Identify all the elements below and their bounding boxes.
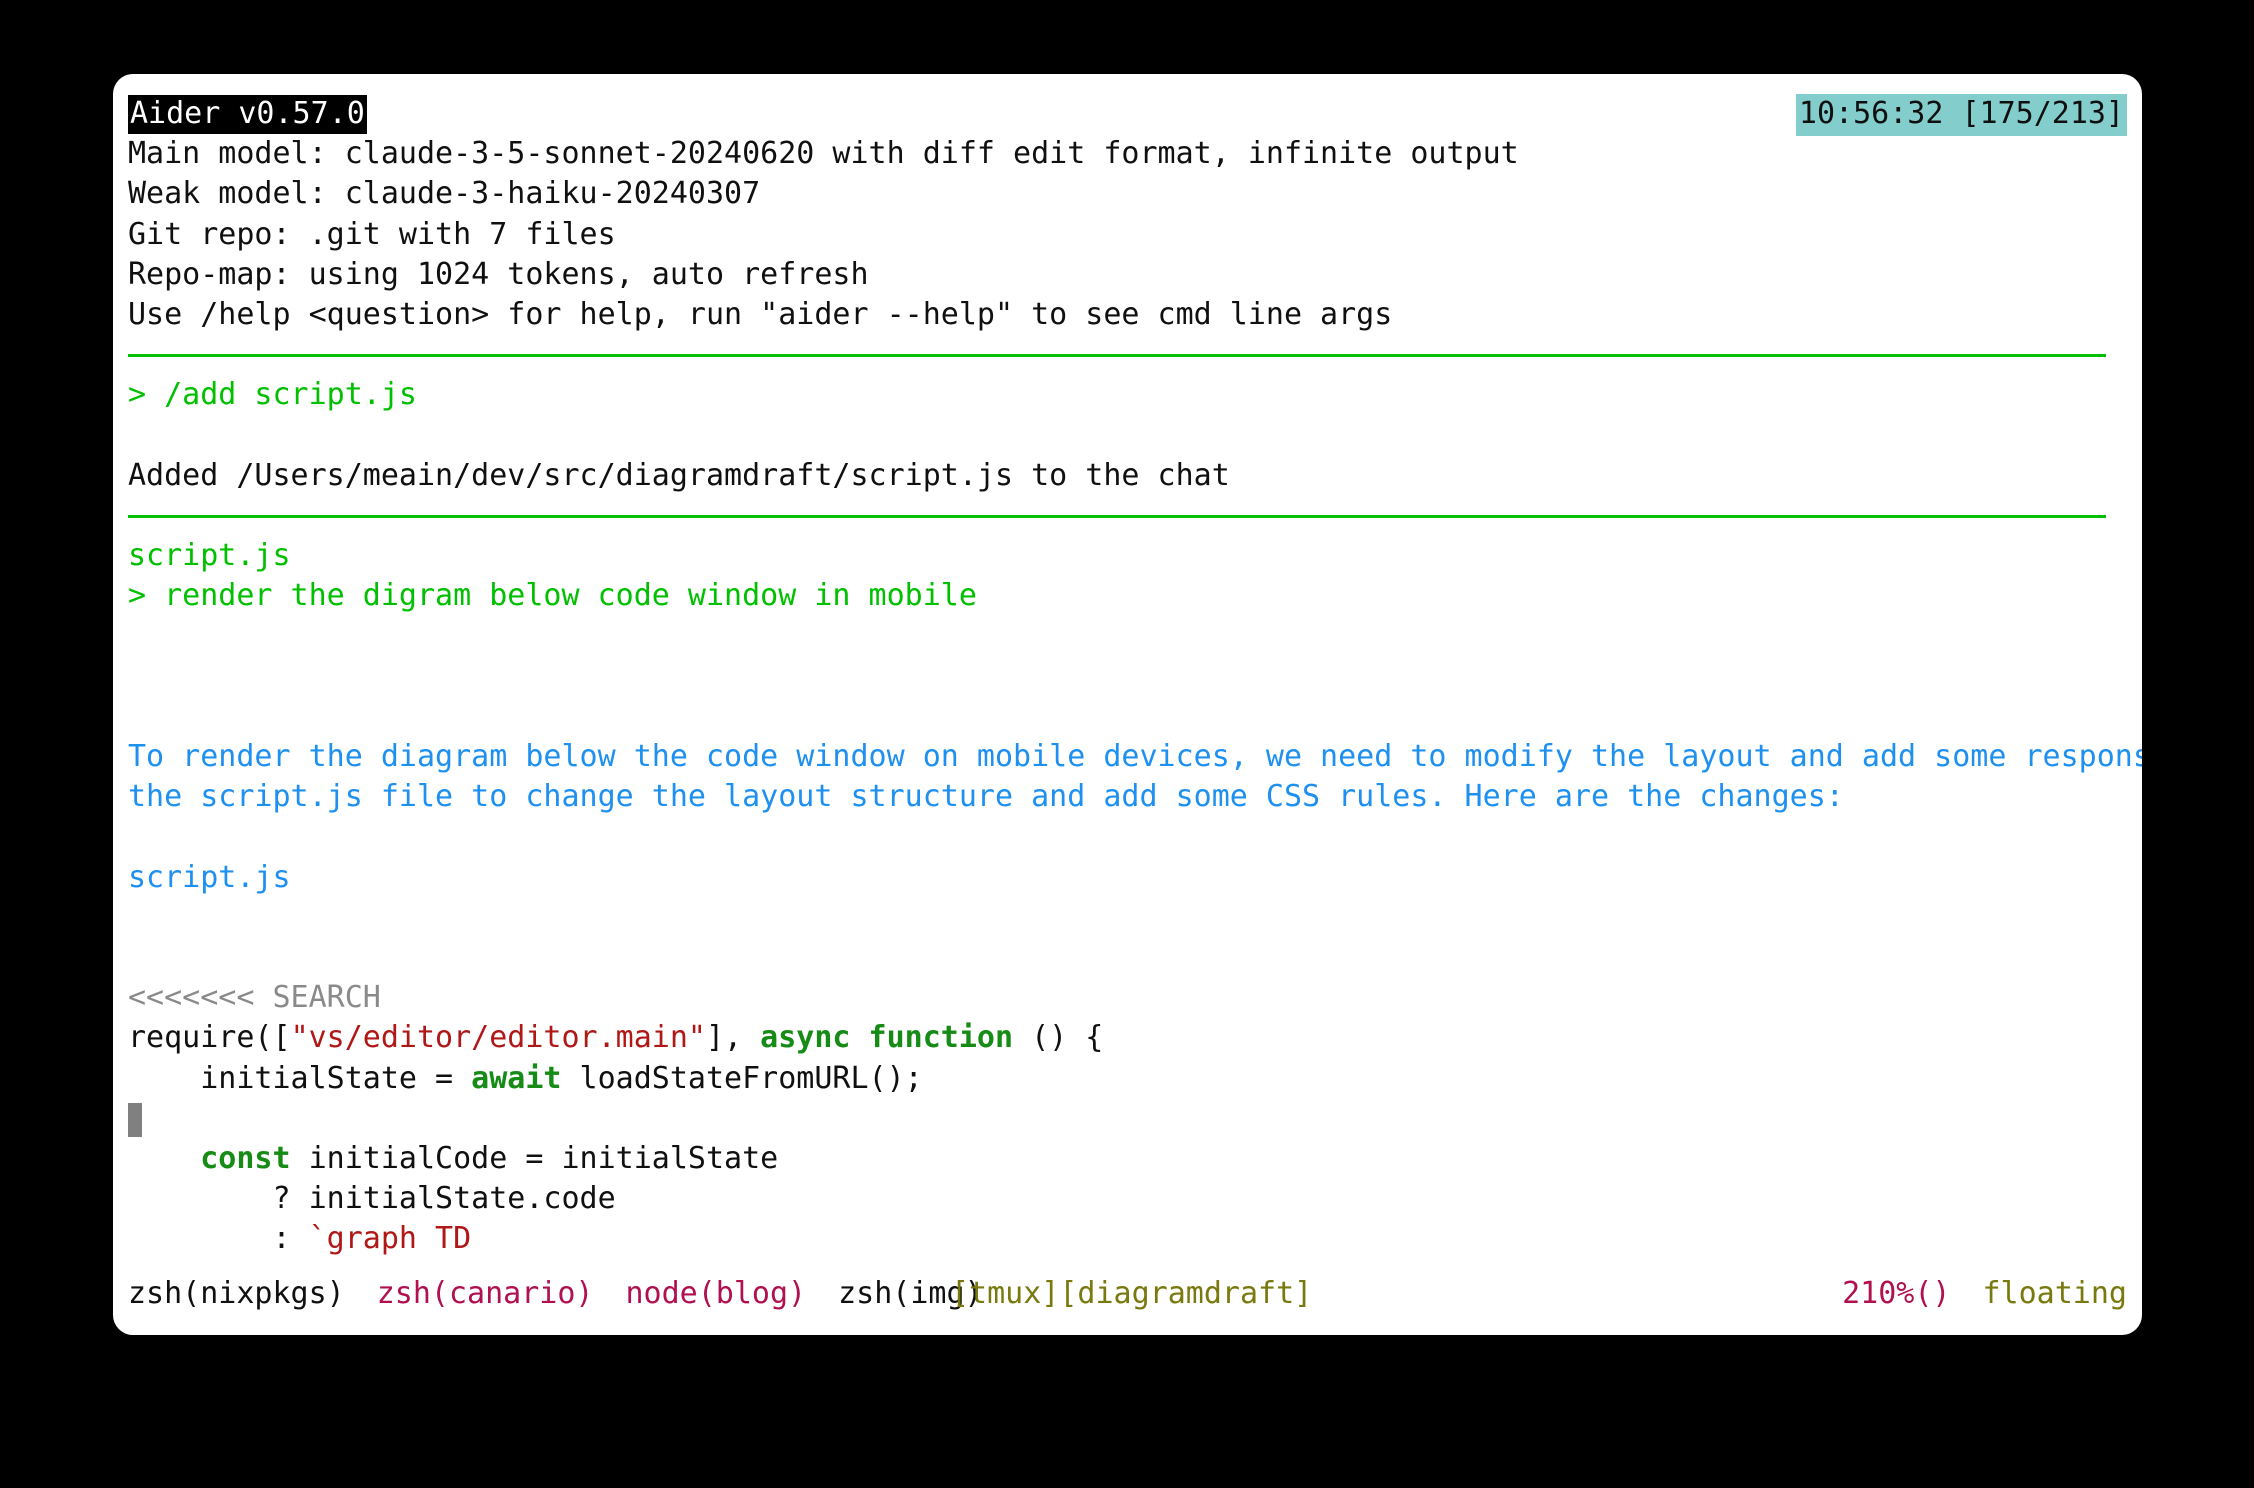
tmux-window-blog[interactable]: node(blog) xyxy=(626,1276,807,1311)
text-cursor xyxy=(128,1102,142,1137)
code-token-ternary-colon: : xyxy=(128,1221,309,1257)
tmux-session-indicator: [tmux][diagramdraft] xyxy=(951,1276,1313,1311)
tmux-status-bar: zsh(nixpkgs) zsh(canario) node(blog) zsh(im… xyxy=(113,1273,2142,1315)
code-token-require: require([ xyxy=(128,1020,291,1056)
code-token-string-module: "vs/editor/editor.main" xyxy=(290,1020,706,1056)
code-token-keyword-const: const xyxy=(128,1140,291,1176)
user-prompt-input[interactable]: > render the digram below code window in… xyxy=(113,576,2142,616)
header-line-repo-map: Repo-map: using 1024 tokens, auto refres… xyxy=(128,256,869,292)
spacer-row xyxy=(113,697,2142,737)
code-line-ternary-true: ? initialState.code xyxy=(128,1181,616,1217)
tmux-window-list: zsh(nixpkgs) zsh(canario) node(blog) zsh(im… xyxy=(128,1273,983,1315)
tmux-window-nixpkgs[interactable]: zsh(nixpkgs) xyxy=(128,1276,345,1311)
code-line-ternary-false: : `graph TD xyxy=(113,1219,2142,1259)
spacer-row xyxy=(113,898,2142,938)
separator-rule-middle xyxy=(113,496,2142,536)
code-line-require: require(["vs/editor/editor.main"], async… xyxy=(113,1018,2142,1058)
code-token-params: () { xyxy=(1013,1020,1104,1056)
spacer-row xyxy=(113,616,2142,656)
code-token-const-assign: initialCode = initialState xyxy=(290,1140,779,1176)
tmux-window-canario[interactable]: zsh(canario) xyxy=(377,1276,594,1311)
code-line-initial-state: initialState = await loadStateFromURL(); xyxy=(113,1059,2142,1099)
app-title: Aider v0.57.0 xyxy=(128,95,367,134)
header-title-row: Aider v0.57.0 10:56:32 [175/213] xyxy=(113,94,2142,136)
window-mode-indicator: floating xyxy=(1982,1276,2128,1311)
code-token-keyword-async-function: async function xyxy=(760,1020,1014,1056)
spacer-row xyxy=(113,817,2142,857)
terminal-screen[interactable]: Aider v0.57.0 10:56:32 [175/213] Main mod… xyxy=(113,74,2142,1335)
code-token-assign: initialState = xyxy=(128,1060,472,1096)
header-line-main-model: Main model: claude-3-5-sonnet-20240620 w… xyxy=(128,136,1519,172)
terminal-window[interactable]: Aider v0.57.0 10:56:32 [175/213] Main mod… xyxy=(113,74,2142,1335)
code-line-cursor-row xyxy=(113,1099,2142,1139)
added-file-message: Added /Users/meain/dev/src/diagramdraft/… xyxy=(128,457,1230,493)
code-token-call: loadStateFromURL(); xyxy=(561,1060,923,1096)
search-marker-text: <<<<<<< SEARCH xyxy=(128,980,381,1016)
assistant-file-label: script.js xyxy=(128,859,291,895)
assistant-response-line-1: To render the diagram below the code win… xyxy=(128,739,2142,774)
header-line-help: Use /help <question> for help, run "aide… xyxy=(128,296,1393,332)
zoom-level-indicator: 210%() xyxy=(1842,1276,1951,1311)
command-prompt-add: > /add script.js xyxy=(128,377,417,413)
assistant-response-line-2: the script.js file to change the layout … xyxy=(128,779,1844,815)
tmux-status-right: 210%() floating xyxy=(1842,1273,2127,1315)
code-token-keyword-await: await xyxy=(471,1060,562,1096)
clock-status-indicator: 10:56:32 [175/213] xyxy=(1795,94,2127,136)
code-token-template-literal: `graph TD xyxy=(308,1221,472,1257)
header-line-weak-model: Weak model: claude-3-haiku-20240307 xyxy=(128,176,761,212)
code-token-punct: ], xyxy=(705,1020,761,1056)
spacer-row xyxy=(113,657,2142,697)
code-line-search-marker: <<<<<<< SEARCH xyxy=(113,978,2142,1018)
spacer-row xyxy=(113,938,2142,978)
context-file-label: script.js xyxy=(128,538,291,574)
header-line-git-repo: Git repo: .git with 7 files xyxy=(128,216,616,252)
separator-rule-top xyxy=(113,335,2142,375)
spacer-row xyxy=(113,416,2142,456)
code-line-const: const initialCode = initialState xyxy=(113,1139,2142,1179)
